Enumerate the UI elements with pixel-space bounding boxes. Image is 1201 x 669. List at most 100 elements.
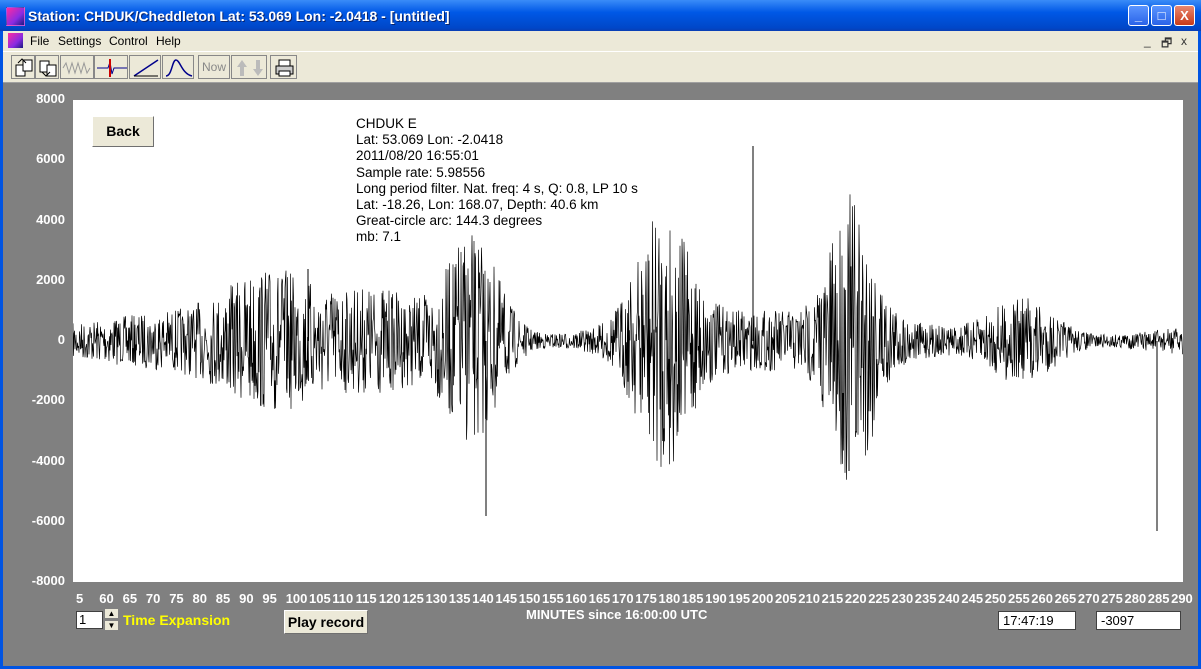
mdi-minimize-button[interactable]: _	[1144, 34, 1151, 48]
x-tick-label: 245	[961, 591, 984, 606]
x-tick-label: 105	[309, 591, 331, 606]
x-tick-label: 285	[1147, 591, 1170, 606]
x-tick-label: 80	[192, 591, 207, 606]
window-title: Station: CHDUK/Cheddleton Lat: 53.069 Lo…	[28, 8, 450, 24]
info-line: Sample rate: 5.98556	[356, 164, 486, 180]
document-icon[interactable]	[8, 33, 23, 48]
x-tick-label: 280	[1124, 591, 1147, 606]
info-line: Long period filter. Nat. freq: 4 s, Q: 0…	[356, 180, 638, 196]
time-readout: 17:47:19	[998, 611, 1076, 630]
x-axis-label: MINUTES since 16:00:00 UTC	[526, 607, 708, 622]
x-tick-label: 120	[378, 591, 401, 606]
x-tick-label: 290	[1171, 591, 1193, 606]
x-tick-label: 220	[844, 591, 867, 606]
menu-file[interactable]: File	[30, 34, 49, 48]
up-down-icon[interactable]	[231, 55, 267, 79]
x-tick-label: 155	[542, 591, 564, 606]
time-expansion-input[interactable]: 1	[76, 611, 103, 629]
x-tick-label: 5	[76, 591, 84, 606]
save-icon[interactable]	[35, 55, 59, 79]
play-record-button[interactable]: Play record	[284, 610, 368, 634]
x-tick-label: 145	[495, 591, 518, 606]
x-tick-label: 270	[1077, 591, 1100, 606]
app-window: Station: CHDUK/Cheddleton Lat: 53.069 Lo…	[0, 0, 1201, 669]
y-tick-label: 2000	[36, 271, 65, 287]
x-tick-label: 115	[355, 591, 377, 606]
x-tick-label: 240	[938, 591, 960, 606]
x-tick-label: 205	[775, 591, 797, 606]
x-tick-label: 150	[518, 591, 541, 606]
menu-help[interactable]: Help	[156, 34, 181, 48]
x-tick-label: 195	[728, 591, 751, 606]
y-tick-label: -4000	[31, 452, 65, 468]
x-tick-label: 70	[145, 591, 161, 606]
info-line: CHDUK E	[356, 116, 417, 131]
menu-control[interactable]: Control	[109, 34, 148, 48]
pick-icon[interactable]	[94, 55, 128, 79]
x-tick-label: 190	[705, 591, 727, 606]
x-tick-label: 135	[448, 591, 471, 606]
spin-up-button[interactable]: ▲	[104, 608, 119, 619]
x-tick-label: 200	[751, 591, 774, 606]
value-readout: -3097	[1096, 611, 1181, 630]
x-tick-label: 160	[565, 591, 587, 606]
x-tick-label: 110	[332, 591, 354, 606]
x-tick-label: 85	[215, 591, 231, 606]
x-tick-label: 255	[1008, 591, 1030, 606]
x-tick-label: 185	[681, 591, 704, 606]
x-tick-label: 140	[472, 591, 494, 606]
info-line: Lat: -18.26, Lon: 168.07, Depth: 40.6 km	[356, 197, 599, 213]
x-tick-label: 60	[99, 591, 114, 606]
x-tick-label: 75	[169, 591, 184, 606]
y-tick-label: -8000	[31, 573, 65, 588]
client-area: File Settings Control Help _ 🗗 x Now 800…	[3, 31, 1198, 666]
app-icon[interactable]	[6, 7, 25, 26]
x-tick-label: 90	[239, 591, 254, 606]
x-tick-label: 250	[984, 591, 1007, 606]
x-tick-label: 130	[425, 591, 448, 606]
title-bar[interactable]: Station: CHDUK/Cheddleton Lat: 53.069 Lo…	[0, 0, 1201, 31]
x-tick-label: 125	[402, 591, 424, 606]
y-tick-label: -2000	[31, 392, 65, 408]
slope-icon[interactable]	[129, 55, 161, 79]
x-tick-label: 180	[658, 591, 681, 606]
x-tick-label: 100	[285, 591, 308, 606]
y-tick-label: 8000	[36, 91, 65, 106]
spectrum-icon[interactable]	[162, 55, 194, 79]
x-tick-label: 210	[798, 591, 820, 606]
x-tick-label: 235	[914, 591, 937, 606]
y-tick-label: 4000	[36, 211, 65, 227]
info-line: Great-circle arc: 144.3 degrees	[356, 213, 543, 229]
toolbar: Now	[3, 51, 1198, 83]
minimize-button[interactable]: _	[1128, 5, 1149, 26]
open-icon[interactable]	[11, 55, 35, 79]
info-line: 2011/08/20 16:55:01	[356, 148, 479, 164]
x-tick-label: 170	[611, 591, 634, 606]
x-tick-label: 260	[1031, 591, 1053, 606]
back-button[interactable]: Back	[92, 116, 154, 147]
print-icon[interactable]	[270, 55, 297, 79]
x-tick-label: 175	[635, 591, 657, 606]
menu-bar: File Settings Control Help _ 🗗 x	[3, 31, 1198, 51]
x-tick-label: 165	[588, 591, 611, 606]
waveform-icon[interactable]	[60, 55, 94, 79]
x-tick-label: 230	[891, 591, 914, 606]
x-tick-label: 95	[262, 591, 277, 606]
x-tick-label: 225	[868, 591, 890, 606]
spin-down-button[interactable]: ▼	[104, 620, 119, 631]
x-tick-label: 265	[1054, 591, 1077, 606]
x-tick-label: 65	[122, 591, 138, 606]
y-tick-label: -6000	[31, 512, 65, 528]
close-button[interactable]: X	[1174, 5, 1195, 26]
time-expansion-label: Time Expansion	[123, 612, 231, 628]
mdi-close-button[interactable]: x	[1181, 34, 1187, 48]
now-button[interactable]: Now	[198, 55, 230, 79]
menu-settings[interactable]: Settings	[58, 34, 101, 48]
event-info: CHDUK E Lat: 53.069 Lon: -2.0418 2011/08/2…	[356, 116, 638, 246]
y-tick-label: 0	[57, 332, 65, 347]
x-tick-label: 275	[1101, 591, 1123, 606]
maximize-button[interactable]: □	[1151, 5, 1172, 26]
info-line: Lat: 53.069 Lon: -2.0418	[356, 132, 504, 148]
y-tick-label: 6000	[36, 151, 65, 167]
info-line: mb: 7.1	[356, 229, 402, 245]
